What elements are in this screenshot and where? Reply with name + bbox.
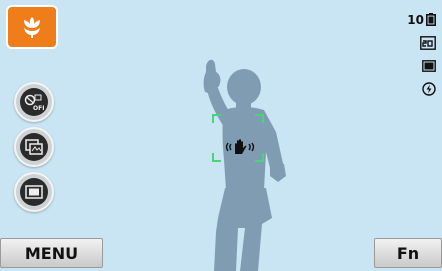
camera-viewfinder: 10 OF MENU Fn [0,0,442,271]
image-quality-icon [422,59,436,72]
status-indicators: 10 [394,8,436,100]
display-mode-button[interactable] [14,172,54,212]
shots-remaining: 10 [407,12,424,27]
camera-shake-icon [225,139,255,154]
shooting-mode-button[interactable] [6,5,58,49]
resolution-20m-icon [420,35,436,50]
fn-button[interactable]: Fn [374,238,442,268]
resolution-row [394,31,436,54]
flash-off-icon [422,81,436,96]
photo-style-button[interactable] [14,127,54,167]
photo-style-icon [25,139,43,155]
shots-battery-row: 10 [394,8,436,31]
flash-row [394,77,436,100]
smart-filter-button[interactable]: OFF [14,82,54,122]
svg-text:OFF: OFF [33,105,44,111]
quality-row [394,54,436,77]
flower-macro-icon [24,17,40,38]
menu-button[interactable]: MENU [0,238,103,268]
display-mode-icon [25,185,43,199]
smart-filter-off-icon: OFF [24,94,44,111]
battery-icon [426,13,436,26]
